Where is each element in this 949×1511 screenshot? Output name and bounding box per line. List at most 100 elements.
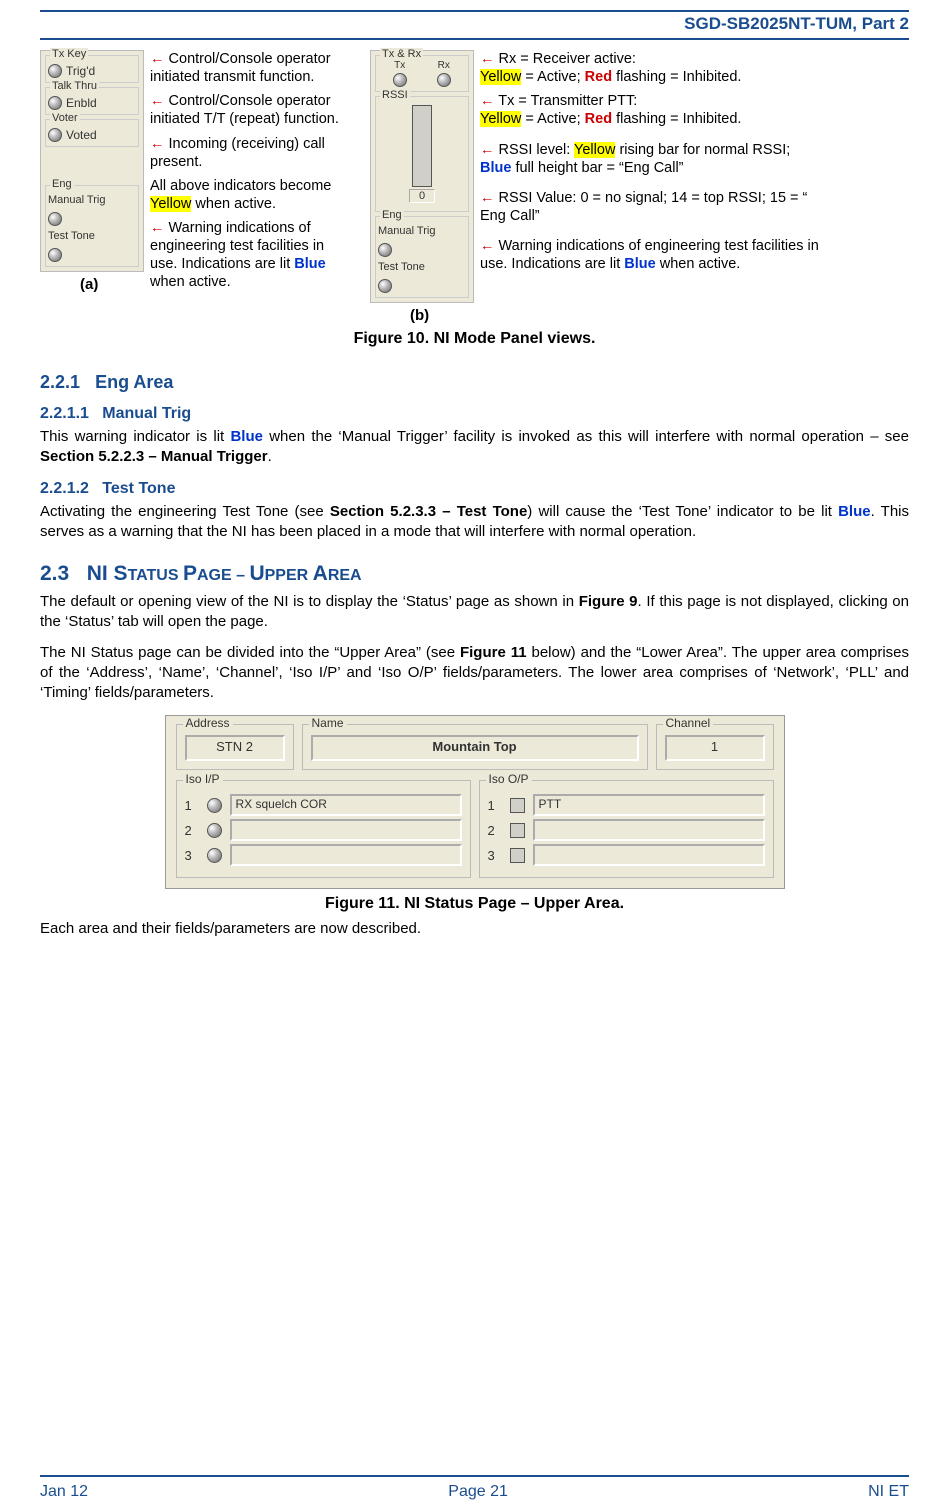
- led-icon: [207, 848, 222, 863]
- led-icon: [48, 96, 62, 110]
- arrow-icon: ←: [150, 220, 165, 236]
- isoop-3-field[interactable]: [533, 844, 765, 866]
- heading-2-3: 2.3 NI STATUS PAGE – UPPER AREA: [40, 562, 909, 586]
- doc-header: SGD-SB2025NT-TUM, Part 2: [40, 12, 909, 38]
- talkthru-label: Enbld: [66, 96, 97, 110]
- voter-title: Voter: [50, 112, 80, 124]
- address-legend: Address: [183, 716, 233, 730]
- para-2211: This warning indicator is lit Blue when …: [40, 427, 909, 468]
- ann-b1-mid: = Active;: [521, 69, 584, 85]
- ann-a2: Control/Console operator initiated T/T (…: [150, 93, 339, 127]
- ann-b4: RSSI Value: 0 = no signal; 14 = top RSSI…: [480, 190, 807, 224]
- eng-title-b: Eng: [380, 209, 404, 221]
- ann-b2-y: Yellow: [480, 111, 521, 127]
- footer-right: NI ET: [868, 1483, 909, 1501]
- ann-b2-pre: Tx = Transmitter PTT:: [498, 93, 637, 109]
- led-icon: [48, 248, 62, 262]
- led-icon: [378, 243, 392, 257]
- txrx-title: Tx & Rx: [380, 48, 423, 60]
- fig10-caption: Figure 10. NI Mode Panel views.: [40, 330, 909, 348]
- square-icon: [510, 848, 525, 863]
- panel-b-label: (b): [370, 307, 474, 324]
- para-closing: Each area and their fields/parameters ar…: [40, 919, 909, 939]
- isoip-2-num: 2: [185, 823, 199, 838]
- isoip-3-num: 3: [185, 848, 199, 863]
- led-icon: [393, 73, 407, 87]
- isoop-legend: Iso O/P: [486, 772, 532, 786]
- rssi-title: RSSI: [380, 89, 410, 101]
- eng-row-b1: Test Tone: [378, 261, 466, 273]
- mode-panel-b: Tx & Rx Tx Rx RSSI 0: [370, 50, 474, 303]
- voter-label: Voted: [66, 128, 97, 142]
- ann-b1-post: flashing = Inhibited.: [612, 69, 741, 85]
- isoip-2-field[interactable]: [230, 819, 462, 841]
- footer-center: Page 21: [448, 1483, 508, 1501]
- ann-a4-pre: All above indicators become: [150, 178, 331, 194]
- arrow-icon: ←: [480, 142, 495, 158]
- isoip-1-num: 1: [185, 798, 199, 813]
- channel-field[interactable]: 1: [665, 735, 765, 761]
- heading-2-2-1: 2.2.1 Eng Area: [40, 372, 909, 393]
- ann-a3: Incoming (receiving) call present.: [150, 136, 325, 170]
- led-icon: [207, 823, 222, 838]
- ann-b1-r: Red: [585, 69, 612, 85]
- eng-row-1: Test Tone: [48, 230, 136, 242]
- isoop-3-num: 3: [488, 848, 502, 863]
- figure-11-panel: Address STN 2 Name Mountain Top Channel …: [165, 715, 785, 889]
- ann-b2-post: flashing = Inhibited.: [612, 111, 741, 127]
- eng-title: Eng: [50, 178, 74, 190]
- name-field[interactable]: Mountain Top: [311, 735, 639, 761]
- ann-b3-post: full height bar = “Eng Call”: [511, 160, 683, 176]
- talkthru-title: Talk Thru: [50, 80, 99, 92]
- ann-a5-blue: Blue: [294, 256, 325, 272]
- panel-a-label: (a): [40, 276, 144, 293]
- led-icon: [48, 212, 62, 226]
- address-field[interactable]: STN 2: [185, 735, 285, 761]
- rx-label: Rx: [438, 60, 450, 71]
- square-icon: [510, 798, 525, 813]
- arrow-icon: ←: [150, 51, 165, 67]
- eng-row-0: Manual Trig: [48, 194, 136, 206]
- mode-panel-a: Tx Key Trig'd Talk Thru Enbld: [40, 50, 144, 272]
- isoip-3-field[interactable]: [230, 844, 462, 866]
- isoop-1-field[interactable]: PTT: [533, 794, 765, 816]
- txkey-label: Trig'd: [66, 64, 95, 78]
- arrow-icon: ←: [480, 51, 495, 67]
- isoop-2-field[interactable]: [533, 819, 765, 841]
- tx-label: Tx: [394, 60, 405, 71]
- ann-b1-y: Yellow: [480, 69, 521, 85]
- ann-b1-pre: Rx = Receiver active:: [499, 51, 636, 67]
- isoip-legend: Iso I/P: [183, 772, 223, 786]
- square-icon: [510, 823, 525, 838]
- arrow-icon: ←: [150, 93, 165, 109]
- name-legend: Name: [309, 716, 347, 730]
- led-icon: [437, 73, 451, 87]
- rssi-value: 0: [409, 189, 435, 203]
- ann-b3-mid: rising bar for normal RSSI;: [615, 142, 790, 158]
- ann-a4-post: when active.: [191, 196, 276, 212]
- ann-b5-b: Blue: [624, 256, 655, 272]
- para-2212: Activating the engineering Test Tone (se…: [40, 502, 909, 543]
- isoop-1-num: 1: [488, 798, 502, 813]
- ann-b5-post: when active.: [656, 256, 741, 272]
- fig11-caption: Figure 11. NI Status Page – Upper Area.: [40, 895, 909, 913]
- led-icon: [48, 128, 62, 142]
- para-23b: The NI Status page can be divided into t…: [40, 643, 909, 704]
- ann-b2-mid: = Active;: [521, 111, 584, 127]
- arrow-icon: ←: [150, 136, 165, 152]
- isoip-1-field[interactable]: RX squelch COR: [230, 794, 462, 816]
- arrow-icon: ←: [480, 238, 495, 254]
- led-icon: [48, 64, 62, 78]
- para-23a: The default or opening view of the NI is…: [40, 592, 909, 633]
- ann-b3-b: Blue: [480, 160, 511, 176]
- arrow-icon: ←: [480, 190, 495, 206]
- eng-row-b0: Manual Trig: [378, 225, 466, 237]
- led-icon: [378, 279, 392, 293]
- ann-b3-y: Yellow: [574, 142, 615, 158]
- ann-a5-post: when active.: [150, 274, 231, 290]
- heading-2-2-1-1: 2.2.1.1 Manual Trig: [40, 405, 909, 423]
- txkey-title: Tx Key: [50, 48, 88, 60]
- isoop-2-num: 2: [488, 823, 502, 838]
- rssi-bar: [412, 105, 432, 187]
- ann-b2-r: Red: [585, 111, 612, 127]
